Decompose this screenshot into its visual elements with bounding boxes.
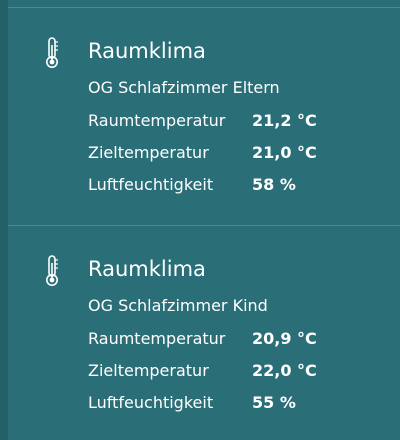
card-title: Raumklima (88, 39, 206, 63)
room-name: OG Schlafzimmer Kind (88, 296, 268, 315)
room-temperature-row: Raumtemperatur 21,2 °C (88, 110, 388, 132)
room-temperature-row: Raumtemperatur 20,9 °C (88, 328, 388, 350)
room-name: OG Schlafzimmer Eltern (88, 78, 280, 97)
target-temperature-row: Zieltemperatur 21,0 °C (88, 142, 388, 164)
climate-card-eltern[interactable]: Raumklima OG Schlafzimmer Eltern Raumtem… (8, 20, 400, 220)
card-divider (8, 225, 400, 226)
panel-left-edge (0, 0, 8, 440)
target-temperature-value: 21,0 °C (252, 143, 317, 162)
humidity-label: Luftfeuchtigkeit (88, 175, 214, 194)
thermometer-icon (41, 36, 63, 70)
climate-panel: Raumklima OG Schlafzimmer Eltern Raumtem… (0, 0, 400, 440)
thermometer-icon (41, 254, 63, 288)
room-temperature-value: 21,2 °C (252, 111, 317, 130)
room-temperature-label: Raumtemperatur (88, 111, 226, 130)
room-temperature-value: 20,9 °C (252, 329, 317, 348)
humidity-row: Luftfeuchtigkeit 58 % (88, 174, 388, 196)
humidity-row: Luftfeuchtigkeit 55 % (88, 392, 388, 414)
room-temperature-label: Raumtemperatur (88, 329, 226, 348)
humidity-value: 55 % (252, 393, 296, 412)
target-temperature-label: Zieltemperatur (88, 361, 209, 380)
humidity-value: 58 % (252, 175, 296, 194)
card-title: Raumklima (88, 257, 206, 281)
target-temperature-label: Zieltemperatur (88, 143, 209, 162)
top-divider (8, 7, 400, 8)
target-temperature-row: Zieltemperatur 22,0 °C (88, 360, 388, 382)
target-temperature-value: 22,0 °C (252, 361, 317, 380)
humidity-label: Luftfeuchtigkeit (88, 393, 214, 412)
climate-card-kind[interactable]: Raumklima OG Schlafzimmer Kind Raumtempe… (8, 238, 400, 438)
